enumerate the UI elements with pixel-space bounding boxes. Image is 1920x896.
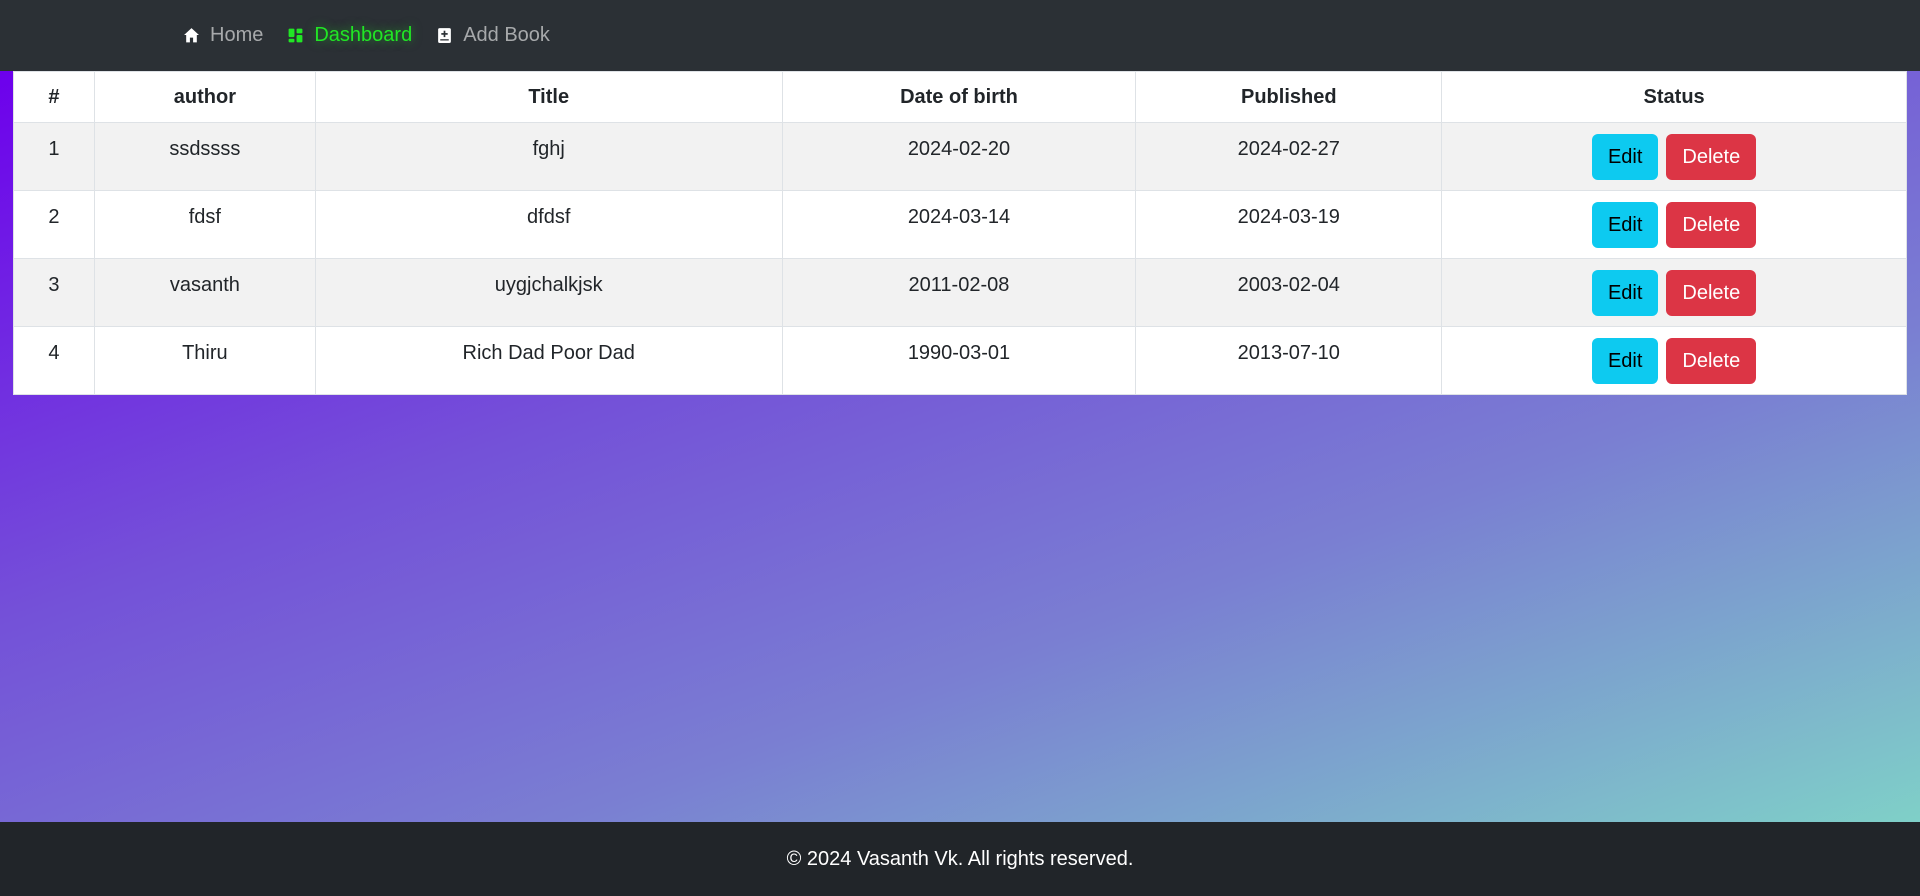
nav-add-book-label: Add Book xyxy=(463,24,550,46)
add-book-icon xyxy=(436,27,453,44)
delete-button[interactable]: Delete xyxy=(1666,201,1757,248)
row-number: 3 xyxy=(13,258,95,327)
dashboard-icon xyxy=(287,27,304,44)
main-content: # author Title Date of birth Published S… xyxy=(0,71,1920,822)
row-status: Edit Delete xyxy=(1441,122,1907,191)
row-title: Rich Dad Poor Dad xyxy=(314,326,783,395)
home-icon xyxy=(183,27,200,44)
header-date-of-birth: Date of birth xyxy=(781,71,1137,123)
header-number: # xyxy=(13,71,95,123)
row-date-of-birth: 2024-02-20 xyxy=(781,122,1137,191)
nav-home-link[interactable]: Home xyxy=(183,24,263,47)
delete-button[interactable]: Delete xyxy=(1666,133,1757,180)
row-title: dfdsf xyxy=(314,190,783,259)
header-title: Title xyxy=(314,71,783,123)
row-published: 2024-03-19 xyxy=(1135,190,1443,259)
table-row: 3 vasanth uygjchalkjsk 2011-02-08 2003-0… xyxy=(13,258,1907,327)
row-author: vasanth xyxy=(93,258,316,327)
row-title: fghj xyxy=(314,122,783,191)
row-status: Edit Delete xyxy=(1441,190,1907,259)
delete-button[interactable]: Delete xyxy=(1666,337,1757,384)
header-author: author xyxy=(93,71,316,123)
header-status: Status xyxy=(1441,71,1907,123)
table-row: 4 Thiru Rich Dad Poor Dad 1990-03-01 201… xyxy=(13,326,1907,395)
edit-button[interactable]: Edit xyxy=(1591,269,1659,316)
row-date-of-birth: 2024-03-14 xyxy=(781,190,1137,259)
edit-button[interactable]: Edit xyxy=(1591,337,1659,384)
row-date-of-birth: 2011-02-08 xyxy=(781,258,1137,327)
table-row: 2 fdsf dfdsf 2024-03-14 2024-03-19 Edit D… xyxy=(13,190,1907,259)
row-status: Edit Delete xyxy=(1441,258,1907,327)
edit-button[interactable]: Edit xyxy=(1591,201,1659,248)
row-status: Edit Delete xyxy=(1441,326,1907,395)
table-row: 1 ssdssss fghj 2024-02-20 2024-02-27 Edi… xyxy=(13,122,1907,191)
footer: © 2024 Vasanth Vk. All rights reserved. xyxy=(0,822,1920,896)
delete-button[interactable]: Delete xyxy=(1666,269,1757,316)
row-published: 2013-07-10 xyxy=(1135,326,1443,395)
navbar: Home Dashboard Add Book xyxy=(0,0,1920,71)
books-table-container: # author Title Date of birth Published S… xyxy=(13,71,1907,395)
row-published: 2024-02-27 xyxy=(1135,122,1443,191)
nav-links: Home Dashboard Add Book xyxy=(183,0,574,71)
row-date-of-birth: 1990-03-01 xyxy=(781,326,1137,395)
row-number: 4 xyxy=(13,326,95,395)
nav-dashboard-link[interactable]: Dashboard xyxy=(287,24,412,47)
edit-button[interactable]: Edit xyxy=(1591,133,1659,180)
table-header-row: # author Title Date of birth Published S… xyxy=(13,71,1907,123)
row-title: uygjchalkjsk xyxy=(314,258,783,327)
row-author: Thiru xyxy=(93,326,316,395)
row-published: 2003-02-04 xyxy=(1135,258,1443,327)
row-author: fdsf xyxy=(93,190,316,259)
row-number: 1 xyxy=(13,122,95,191)
row-number: 2 xyxy=(13,190,95,259)
nav-add-book-link[interactable]: Add Book xyxy=(436,24,550,47)
header-published: Published xyxy=(1135,71,1443,123)
nav-dashboard-label: Dashboard xyxy=(314,24,413,46)
nav-home-label: Home xyxy=(210,24,264,46)
copyright-text: © 2024 Vasanth Vk. All rights reserved. xyxy=(786,847,1134,870)
row-author: ssdssss xyxy=(93,122,316,191)
books-table: # author Title Date of birth Published S… xyxy=(13,71,1907,395)
